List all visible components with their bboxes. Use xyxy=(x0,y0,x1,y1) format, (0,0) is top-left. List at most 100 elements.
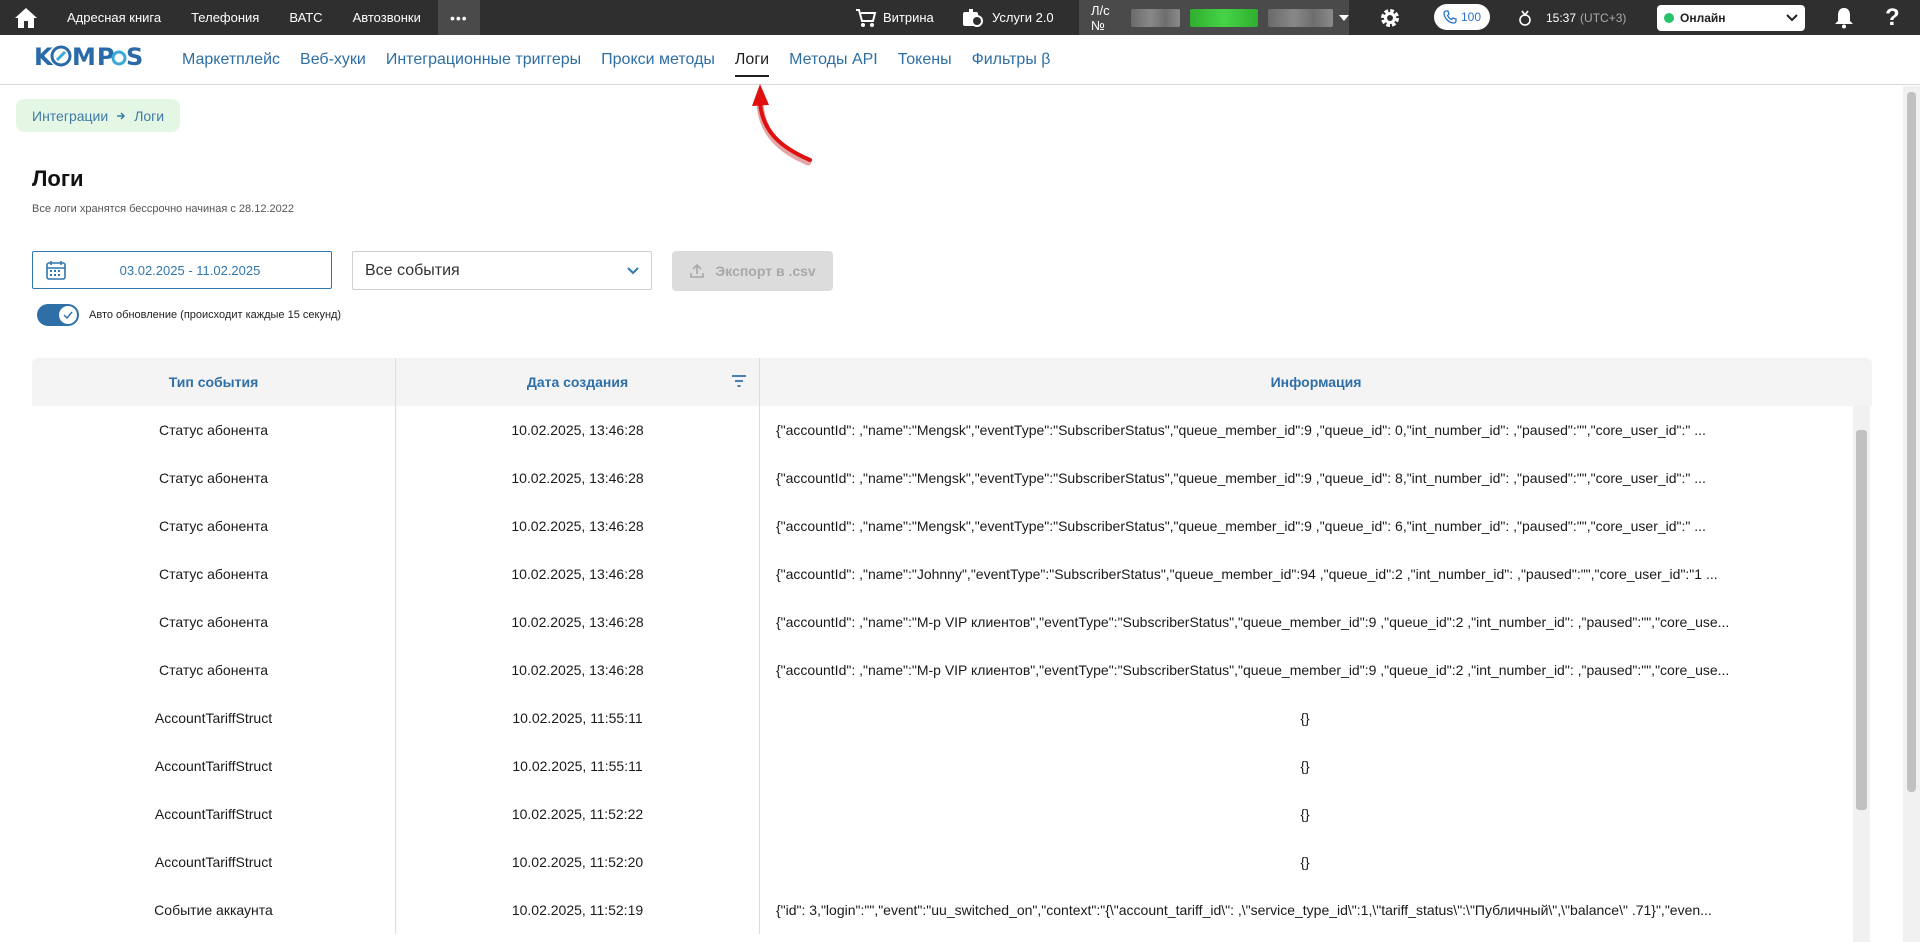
calendar-icon xyxy=(46,261,66,280)
chevron-down-icon xyxy=(627,266,639,274)
cell-event-type: AccountTariffStruct xyxy=(32,742,396,790)
column-header-event-type[interactable]: Тип события xyxy=(32,358,396,406)
account-balance-redacted xyxy=(1190,8,1258,27)
page-title: Логи xyxy=(32,166,84,191)
table-row[interactable]: AccountTariffStruct 10.02.2025, 11:52:22 {… xyxy=(32,790,1872,838)
table-header: Тип события Дата создания Информация xyxy=(32,358,1872,406)
export-label: Экспорт в .csv xyxy=(715,263,816,279)
svg-text:S: S xyxy=(126,43,144,71)
clock-time: 15:37 xyxy=(1546,10,1577,25)
page-scrollbar-thumb[interactable] xyxy=(1907,92,1916,792)
auto-update-toggle[interactable] xyxy=(37,304,79,326)
settings-button[interactable] xyxy=(1378,0,1402,35)
top-bar: Адресная книга Телефония ВАТС Автозвонки… xyxy=(0,0,1920,35)
more-menu-button[interactable]: ••• xyxy=(437,0,480,35)
tab-tokens[interactable]: Токены xyxy=(898,35,952,85)
info-json-text: {} xyxy=(1300,854,1310,870)
home-icon[interactable] xyxy=(0,0,52,35)
nav-telephony[interactable]: Телефония xyxy=(176,0,274,35)
page-scrollbar[interactable] xyxy=(1903,86,1920,942)
cell-event-type: Статус абонента xyxy=(32,646,396,694)
cell-created-date: 10.02.2025, 13:46:28 xyxy=(396,550,760,598)
cell-created-date: 10.02.2025, 11:52:22 xyxy=(396,790,760,838)
page-subtitle: Все логи хранятся бессрочно начиная с 28… xyxy=(32,203,294,215)
check-icon xyxy=(63,311,73,319)
cell-created-date: 10.02.2025, 13:46:28 xyxy=(396,502,760,550)
table-row[interactable]: AccountTariffStruct 10.02.2025, 11:55:11 {… xyxy=(32,742,1872,790)
cell-event-type: AccountTariffStruct xyxy=(32,694,396,742)
cell-event-type: Статус абонента xyxy=(32,598,396,646)
notifications-button[interactable] xyxy=(1834,0,1854,35)
tab-proxy-methods[interactable]: Прокси методы xyxy=(601,35,715,85)
table-row[interactable]: Статус абонента 10.02.2025, 13:46:28 {"acc… xyxy=(32,406,1872,454)
info-json-text: {"accountId": ,"name":"Mengsk","eventTyp… xyxy=(776,422,1706,438)
table-scrollbar-thumb[interactable] xyxy=(1856,430,1867,810)
breadcrumb-integrations[interactable]: Интеграции xyxy=(32,108,108,124)
event-type-select[interactable]: Все события xyxy=(352,251,652,290)
table-row[interactable]: Статус абонента 10.02.2025, 13:46:28 {"acc… xyxy=(32,646,1872,694)
table-scrollbar[interactable] xyxy=(1853,406,1870,942)
cell-information: {"id": 3,"login":"","event":"uu_switched… xyxy=(760,886,1850,934)
date-range-value: 03.02.2025 - 11.02.2025 xyxy=(119,262,261,278)
info-json-text: {} xyxy=(1300,710,1310,726)
info-json-text: {} xyxy=(1300,758,1310,774)
account-number-redacted xyxy=(1130,8,1181,27)
cell-created-date: 10.02.2025, 11:55:11 xyxy=(396,742,760,790)
timer-icon xyxy=(1519,10,1531,26)
tab-filters-beta[interactable]: Фильтры β xyxy=(972,35,1051,85)
info-json-text: {"accountId": ,"name":"Mengsk","eventTyp… xyxy=(776,470,1706,486)
help-button[interactable]: ? xyxy=(1885,0,1900,35)
table-row[interactable]: AccountTariffStruct 10.02.2025, 11:52:20 {… xyxy=(32,838,1872,886)
phone-icon xyxy=(1443,10,1457,24)
cell-event-type: AccountTariffStruct xyxy=(32,790,396,838)
info-json-text: {"id": 3,"login":"","event":"uu_switched… xyxy=(776,902,1712,918)
sort-filter-icon[interactable] xyxy=(731,374,747,388)
nav-address-book[interactable]: Адресная книга xyxy=(52,0,176,35)
tab-integration-triggers[interactable]: Интеграционные триггеры xyxy=(386,35,581,85)
cell-event-type: Событие аккаунта xyxy=(32,886,396,934)
event-type-value: Все события xyxy=(365,261,460,279)
chevron-down-icon xyxy=(1786,14,1798,22)
nav-autocalls[interactable]: Автозвонки xyxy=(338,0,436,35)
status-dot xyxy=(1664,13,1674,23)
cell-created-date: 10.02.2025, 13:46:28 xyxy=(396,454,760,502)
cell-information: {"accountId": ,"name":"М-р VIP клиентов"… xyxy=(760,598,1850,646)
table-row[interactable]: Статус абонента 10.02.2025, 13:46:28 {"acc… xyxy=(32,598,1872,646)
status-label: Онлайн xyxy=(1680,11,1726,25)
clock: 15:37 (UTC+3) xyxy=(1518,0,1626,35)
cell-information: {"accountId": ,"name":"Mengsk","eventTyp… xyxy=(760,406,1850,454)
column-header-created-date[interactable]: Дата создания xyxy=(396,358,760,406)
table-row[interactable]: AccountTariffStruct 10.02.2025, 11:55:11 {… xyxy=(32,694,1872,742)
table-body: Статус абонента 10.02.2025, 13:46:28 {"acc… xyxy=(32,406,1872,934)
table-row[interactable]: Статус абонента 10.02.2025, 13:46:28 {"acc… xyxy=(32,502,1872,550)
cell-information: {} xyxy=(760,694,1850,742)
table-row[interactable]: Статус абонента 10.02.2025, 13:46:28 {"acc… xyxy=(32,454,1872,502)
kompas-logo[interactable]: K MP S xyxy=(34,43,159,78)
services-link[interactable]: Услуги 2.0 xyxy=(962,0,1054,35)
cell-information: {"accountId": ,"name":"Johnny","eventTyp… xyxy=(760,550,1850,598)
cell-created-date: 10.02.2025, 11:52:19 xyxy=(396,886,760,934)
info-json-text: {"accountId": ,"name":"М-р VIP клиентов"… xyxy=(776,614,1730,630)
tab-marketplace[interactable]: Маркетплейс xyxy=(182,35,280,85)
shop-link[interactable]: Витрина xyxy=(855,0,934,35)
table-row[interactable]: Статус абонента 10.02.2025, 13:46:28 {"acc… xyxy=(32,550,1872,598)
date-range-picker[interactable]: 03.02.2025 - 11.02.2025 xyxy=(32,251,332,289)
column-header-information[interactable]: Информация xyxy=(760,358,1872,406)
cell-created-date: 10.02.2025, 11:55:11 xyxy=(396,694,760,742)
tab-webhooks[interactable]: Веб-хуки xyxy=(300,35,366,85)
account-selector[interactable]: Л/с № xyxy=(1079,0,1349,35)
info-json-text: {} xyxy=(1300,806,1310,822)
auto-update-label: Авто обновление (происходит каждые 15 се… xyxy=(89,309,342,321)
cell-information: {} xyxy=(760,790,1850,838)
cell-event-type: Статус абонента xyxy=(32,502,396,550)
cell-event-type: Статус абонента xyxy=(32,550,396,598)
account-name-redacted xyxy=(1267,8,1334,27)
calls-counter-badge[interactable]: 100 xyxy=(1434,4,1491,30)
export-csv-button[interactable]: Экспорт в .csv xyxy=(672,251,833,291)
nav-vats[interactable]: ВАТС xyxy=(274,0,337,35)
presence-status-select[interactable]: Онлайн xyxy=(1657,5,1805,31)
cell-information: {"accountId": ,"name":"Mengsk","eventTyp… xyxy=(760,502,1850,550)
breadcrumb: Интеграции Логи xyxy=(16,99,181,132)
breadcrumb-logs[interactable]: Логи xyxy=(134,108,164,124)
table-row[interactable]: Событие аккаунта 10.02.2025, 11:52:19 {"id… xyxy=(32,886,1872,934)
